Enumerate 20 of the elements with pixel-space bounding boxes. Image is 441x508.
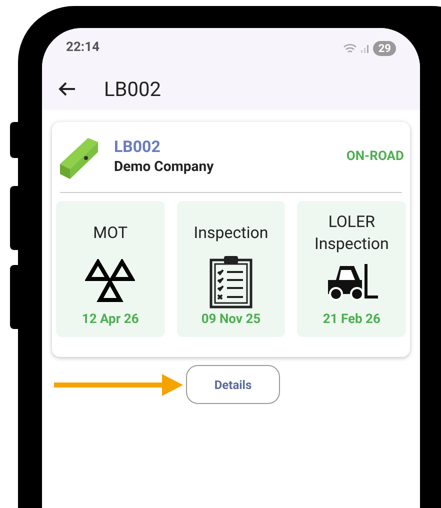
page-title: LB002 xyxy=(104,76,161,103)
back-arrow-icon[interactable] xyxy=(58,81,76,97)
battery-level: 29 xyxy=(373,40,396,56)
check-tile[interactable]: MOT 12 Apr 26 xyxy=(56,201,165,337)
wifi-icon xyxy=(343,42,358,54)
check-date: 12 Apr 26 xyxy=(82,310,139,328)
check-title: Inspection xyxy=(194,222,268,244)
vehicle-id: LB002 xyxy=(114,136,162,156)
details-button[interactable]: Details xyxy=(186,365,280,404)
check-title: LOLER Inspection xyxy=(313,211,390,255)
clipboard-checklist-icon xyxy=(208,255,253,310)
check-tile[interactable]: Inspection 09 Nov 25 xyxy=(176,201,286,337)
check-date: 21 Feb 26 xyxy=(322,310,380,328)
check-title: MOT xyxy=(93,222,128,244)
company-name: Demo Company xyxy=(114,158,215,176)
status-time: 22:14 xyxy=(66,39,100,58)
check-tile[interactable]: LOLER Inspection 21 Feb 26 xyxy=(297,201,406,337)
signal-icon xyxy=(360,43,370,53)
check-date: 09 Nov 25 xyxy=(201,310,261,328)
vehicle-status: ON-ROAD xyxy=(346,148,404,166)
